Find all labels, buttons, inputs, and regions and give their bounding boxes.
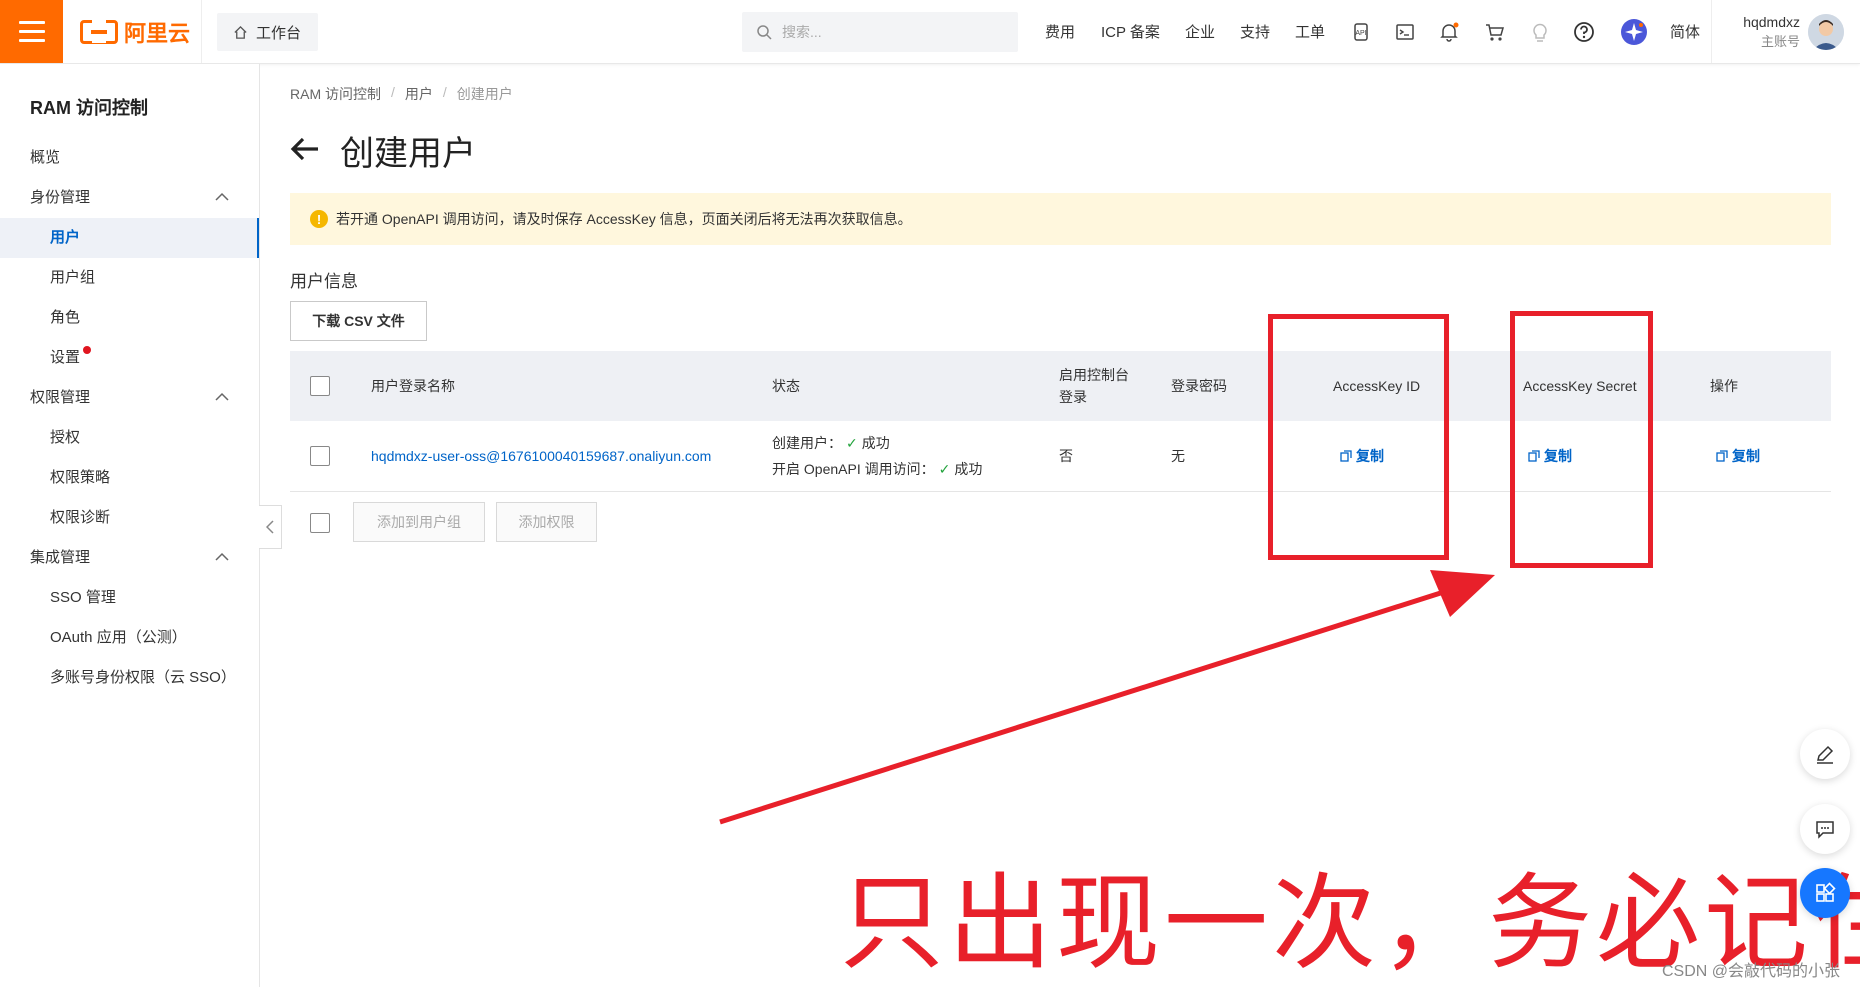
pencil-icon: [1817, 745, 1834, 764]
apps-icon: [1816, 882, 1836, 902]
watermark: CSDN @会敲代码的小张: [1661, 963, 1840, 980]
apps-float-button[interactable]: [1800, 868, 1850, 918]
edit-float-button[interactable]: [1800, 729, 1850, 779]
chat-icon: [1816, 821, 1834, 839]
chat-float-button[interactable]: [1800, 804, 1850, 854]
